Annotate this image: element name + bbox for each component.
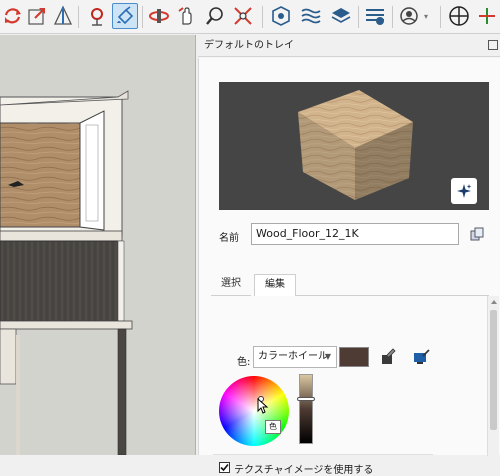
tape-measure-icon[interactable] bbox=[84, 3, 110, 29]
match-color-icon[interactable] bbox=[413, 348, 431, 369]
color-mode-value: カラーホイール bbox=[258, 351, 328, 362]
material-name-field[interactable]: Wood_Floor_12_1K bbox=[251, 223, 459, 245]
name-label: 名前 bbox=[219, 233, 239, 244]
cursor-icon bbox=[257, 397, 269, 417]
chevron-down-icon: ▼ bbox=[324, 352, 331, 361]
duplicate-material-icon[interactable] bbox=[469, 226, 485, 245]
orbit-icon[interactable] bbox=[146, 3, 172, 29]
user-icon[interactable] bbox=[396, 3, 422, 29]
color-mode-dropdown[interactable]: カラーホイール ▼ bbox=[253, 346, 337, 368]
orientation-icon[interactable] bbox=[446, 3, 472, 29]
zoom-extents-icon[interactable] bbox=[230, 3, 256, 29]
color-wheel[interactable] bbox=[219, 376, 289, 446]
scale-icon[interactable] bbox=[24, 3, 50, 29]
default-tray-panel: デフォルトのトレイ 名前 Wood_Floor_12_1K 選択 編集 色: カ… bbox=[198, 35, 500, 476]
color-label: 色: bbox=[237, 357, 251, 368]
tab-select[interactable]: 選択 bbox=[211, 274, 251, 296]
components-icon[interactable] bbox=[362, 3, 388, 29]
tray-title: デフォルトのトレイ bbox=[198, 35, 500, 57]
axes-icon[interactable] bbox=[474, 3, 500, 29]
sandbox-icon[interactable] bbox=[298, 3, 324, 29]
brightness-slider-handle[interactable] bbox=[297, 397, 315, 401]
brightness-slider[interactable] bbox=[297, 374, 315, 444]
chevron-down-icon[interactable]: ▾ bbox=[424, 12, 428, 21]
scrollbar[interactable] bbox=[487, 296, 499, 456]
materials-panel: 名前 Wood_Floor_12_1K 選択 編集 色: カラーホイール ▼ 5 bbox=[198, 58, 500, 476]
use-texture-label: テクスチャイメージを使用する bbox=[234, 465, 374, 476]
use-texture-checkbox[interactable] bbox=[219, 462, 230, 473]
section-icon[interactable] bbox=[50, 3, 76, 29]
material-preview bbox=[219, 82, 489, 210]
layers-icon[interactable] bbox=[328, 3, 354, 29]
solid-tools-icon[interactable] bbox=[268, 3, 294, 29]
sparkle-icon[interactable] bbox=[451, 178, 477, 204]
paint-bucket-icon[interactable] bbox=[112, 3, 138, 29]
sample-paint-icon[interactable] bbox=[379, 348, 397, 369]
model-viewport[interactable] bbox=[0, 35, 196, 455]
main-toolbar: ▾ bbox=[0, 0, 500, 34]
color-swatch[interactable] bbox=[339, 347, 369, 367]
tooltip: 色 bbox=[265, 420, 281, 434]
pan-icon[interactable] bbox=[174, 3, 200, 29]
tab-edit[interactable]: 編集 bbox=[254, 274, 296, 296]
zoom-icon[interactable] bbox=[202, 3, 228, 29]
tray-menu-icon[interactable] bbox=[488, 40, 498, 50]
rotate-icon[interactable] bbox=[0, 3, 26, 29]
